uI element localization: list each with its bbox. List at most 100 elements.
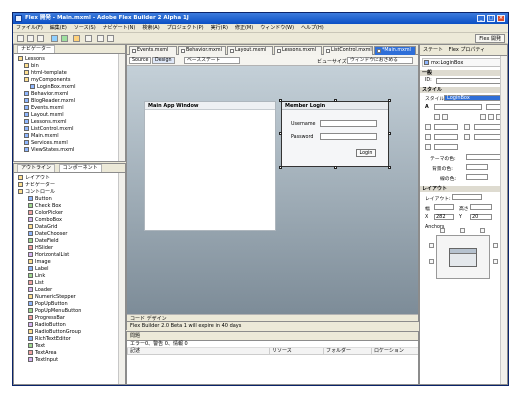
component-item[interactable]: Link: [14, 273, 125, 280]
component-item[interactable]: ColorPicker: [14, 210, 125, 217]
border-select[interactable]: [434, 124, 458, 130]
navigator-item[interactable]: Lessons.mxml: [14, 119, 125, 126]
member-login-panel[interactable]: Member Login Username Password Login: [281, 101, 389, 167]
menu-window[interactable]: ウィンドウ(W): [260, 24, 294, 32]
anchor-right-checkbox[interactable]: [493, 243, 498, 248]
anchor-grid[interactable]: [436, 235, 490, 279]
menu-file[interactable]: ファイル(F): [16, 24, 43, 32]
navigator-item[interactable]: ListControl.mxml: [14, 126, 125, 133]
menu-navigate[interactable]: ナビゲート(N): [103, 24, 136, 32]
x-field[interactable]: 282: [434, 214, 454, 220]
menu-edit[interactable]: 編集(E): [50, 24, 67, 32]
save-icon[interactable]: [27, 35, 34, 42]
fill-select[interactable]: [434, 134, 458, 140]
y-field[interactable]: 20: [470, 214, 492, 220]
id-field[interactable]: [436, 78, 502, 84]
design-button[interactable]: Design: [152, 57, 175, 64]
anchor-top-checkbox[interactable]: [460, 228, 465, 233]
run-icon[interactable]: [61, 35, 68, 42]
component-item[interactable]: Image: [14, 259, 125, 266]
font-family-select[interactable]: [434, 104, 482, 110]
username-field[interactable]: [320, 120, 377, 127]
resize-handle[interactable]: [279, 166, 282, 169]
menu-modify[interactable]: 修正(M): [235, 24, 253, 32]
navigator-item[interactable]: html-template: [14, 70, 125, 77]
component-item[interactable]: DateChooser: [14, 231, 125, 238]
tab-flex-properties[interactable]: Flex プロパティ: [449, 47, 486, 53]
menu-source[interactable]: ソース(S): [74, 24, 96, 32]
source-button[interactable]: Source: [129, 57, 152, 64]
back-icon[interactable]: [97, 35, 104, 42]
alpha-field[interactable]: [434, 144, 458, 150]
component-item[interactable]: ProgressBar: [14, 315, 125, 322]
section-style[interactable]: スタイル: [420, 87, 507, 93]
navigator-item[interactable]: ViewStates.mxml: [14, 147, 125, 154]
tab-main[interactable]: *Main.mxml: [374, 46, 416, 55]
password-field[interactable]: [320, 133, 377, 140]
navigator-item[interactable]: Behavior.mxml: [14, 91, 125, 98]
tab-problems[interactable]: 問題: [130, 333, 140, 339]
resize-handle[interactable]: [388, 99, 391, 102]
anchor-left-checkbox[interactable]: [429, 243, 434, 248]
tab-lessons[interactable]: Lessons.mxml: [274, 46, 322, 55]
main-app-window[interactable]: Main App Window: [144, 101, 276, 231]
login-button[interactable]: Login: [356, 149, 376, 157]
align-center-icon[interactable]: [488, 114, 494, 120]
component-item[interactable]: RichTextEditor: [14, 336, 125, 343]
shadow-field[interactable]: [474, 134, 502, 140]
width-field[interactable]: [434, 204, 454, 210]
tab-layout[interactable]: Layout.mxml: [227, 46, 273, 55]
component-item[interactable]: PopUpButton: [14, 301, 125, 308]
anchor-middle-left-checkbox[interactable]: [429, 259, 434, 264]
navigator-item[interactable]: Main.mxml: [14, 133, 125, 140]
menu-run[interactable]: 実行(R): [211, 24, 228, 32]
component-item[interactable]: HSlider: [14, 245, 125, 252]
navigator-item[interactable]: myComponents: [14, 77, 125, 84]
resize-handle[interactable]: [279, 132, 282, 135]
border-color-field[interactable]: [466, 174, 488, 180]
perspective-button[interactable]: Flex 開発: [475, 34, 505, 43]
anchor-middle-right-checkbox[interactable]: [493, 259, 498, 264]
component-category[interactable]: レイアウト: [14, 175, 125, 182]
state-select[interactable]: ベースステート: [184, 57, 240, 64]
column-resource[interactable]: リソース: [269, 348, 323, 355]
print-icon[interactable]: [37, 35, 44, 42]
component-item[interactable]: DataGrid: [14, 224, 125, 231]
column-folder[interactable]: フォルダー: [323, 348, 371, 355]
component-item[interactable]: TextArea: [14, 350, 125, 357]
component-item[interactable]: Button: [14, 196, 125, 203]
tab-behavior[interactable]: Behavior.mxml: [178, 46, 226, 55]
component-item[interactable]: PopUpMenuButton: [14, 308, 125, 315]
tab-events[interactable]: Events.mxml: [129, 46, 177, 55]
component-item[interactable]: ComboBox: [14, 217, 125, 224]
debug-icon[interactable]: [51, 35, 58, 42]
navigator-scrollbar[interactable]: [118, 54, 125, 161]
anchor-top-right-checkbox[interactable]: [480, 228, 485, 233]
component-item[interactable]: HorizontalList: [14, 252, 125, 259]
minimize-button[interactable]: _: [477, 15, 485, 22]
navigator-item[interactable]: bin: [14, 63, 125, 70]
anchor-top-left-checkbox[interactable]: [440, 228, 445, 233]
tab-outline[interactable]: アウトライン: [17, 164, 56, 172]
tab-components[interactable]: コンポーネント: [58, 164, 102, 172]
close-button[interactable]: ×: [497, 15, 505, 22]
resize-handle[interactable]: [279, 99, 282, 102]
components-scrollbar[interactable]: [118, 173, 125, 384]
align-left-icon[interactable]: [480, 114, 486, 120]
navigator-item[interactable]: Lessons: [14, 56, 125, 63]
component-item[interactable]: Label: [14, 266, 125, 273]
resize-handle[interactable]: [388, 166, 391, 169]
component-item[interactable]: DateField: [14, 238, 125, 245]
component-item[interactable]: RadioButton: [14, 322, 125, 329]
italic-icon[interactable]: [442, 114, 448, 120]
component-item[interactable]: RadioButtonGroup: [14, 329, 125, 336]
properties-scrollbar[interactable]: [500, 56, 507, 384]
column-location[interactable]: ロケーション: [371, 348, 418, 355]
height-field[interactable]: [470, 204, 492, 210]
resize-handle[interactable]: [388, 132, 391, 135]
resize-handle[interactable]: [334, 99, 337, 102]
maximize-button[interactable]: □: [487, 15, 495, 22]
component-item[interactable]: NumericStepper: [14, 294, 125, 301]
component-item[interactable]: Loader: [14, 287, 125, 294]
navigator-item[interactable]: Services.mxml: [14, 140, 125, 147]
